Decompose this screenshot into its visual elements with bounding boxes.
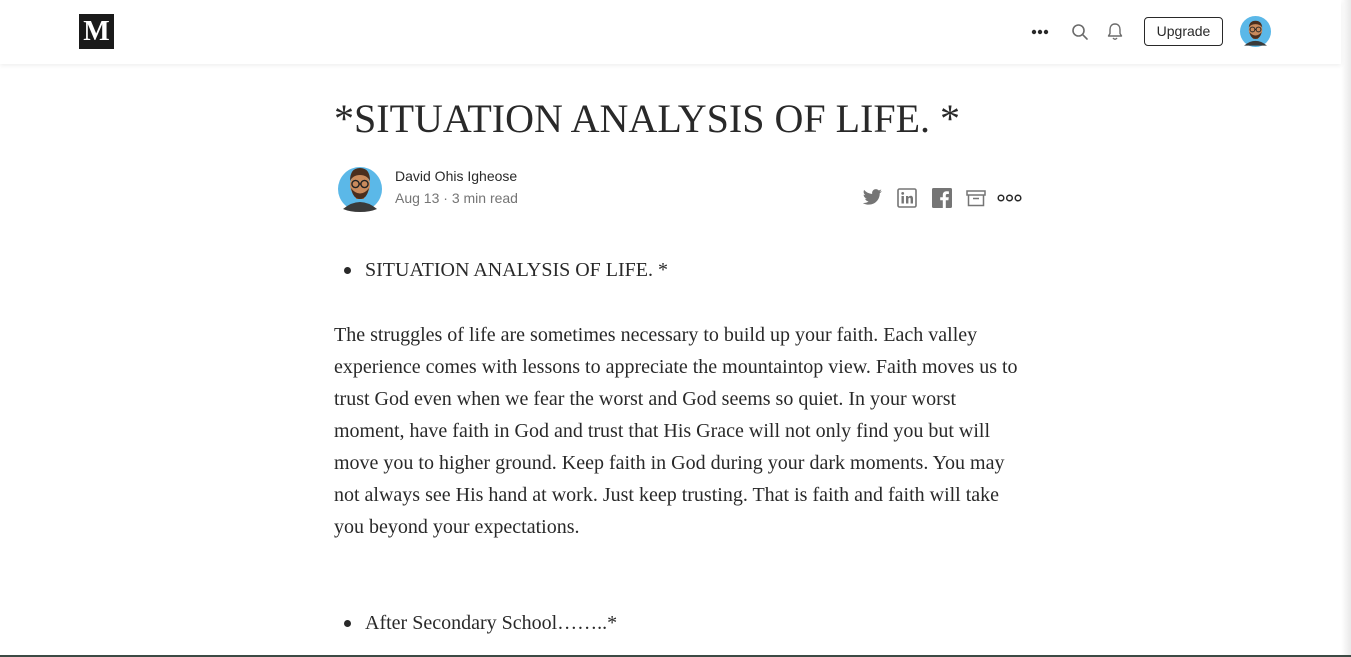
list-item-text: SITUATION ANALYSIS OF LIFE. * (365, 259, 669, 281)
facebook-icon[interactable] (930, 186, 954, 210)
author-avatar[interactable] (337, 164, 383, 212)
top-navigation-bar: M Upgrade (0, 0, 1341, 64)
medium-logo[interactable]: M (79, 14, 114, 49)
page-edge-shade (1341, 0, 1351, 657)
author-name[interactable]: David Ohis Igheose (395, 166, 517, 186)
upgrade-button[interactable]: Upgrade (1144, 17, 1223, 46)
article-paragraph: The struggles of life are sometimes nece… (334, 324, 1018, 538)
user-avatar[interactable] (1240, 16, 1271, 47)
bullet-point (344, 620, 351, 627)
ellipsis-icon[interactable] (1028, 20, 1052, 44)
bell-icon[interactable] (1103, 20, 1127, 44)
more-icon[interactable] (996, 186, 1022, 210)
bullet-point (344, 267, 351, 274)
article-title: *SITUATION ANALYSIS OF LIFE. * (334, 96, 961, 141)
list-item-text: After Secondary School……..* (365, 612, 618, 634)
search-icon[interactable] (1068, 20, 1092, 44)
linkedin-icon[interactable] (895, 186, 919, 210)
article-meta: Aug 13 · 3 min read (395, 190, 518, 206)
bookmark-icon[interactable] (964, 186, 988, 210)
twitter-icon[interactable] (860, 186, 884, 210)
